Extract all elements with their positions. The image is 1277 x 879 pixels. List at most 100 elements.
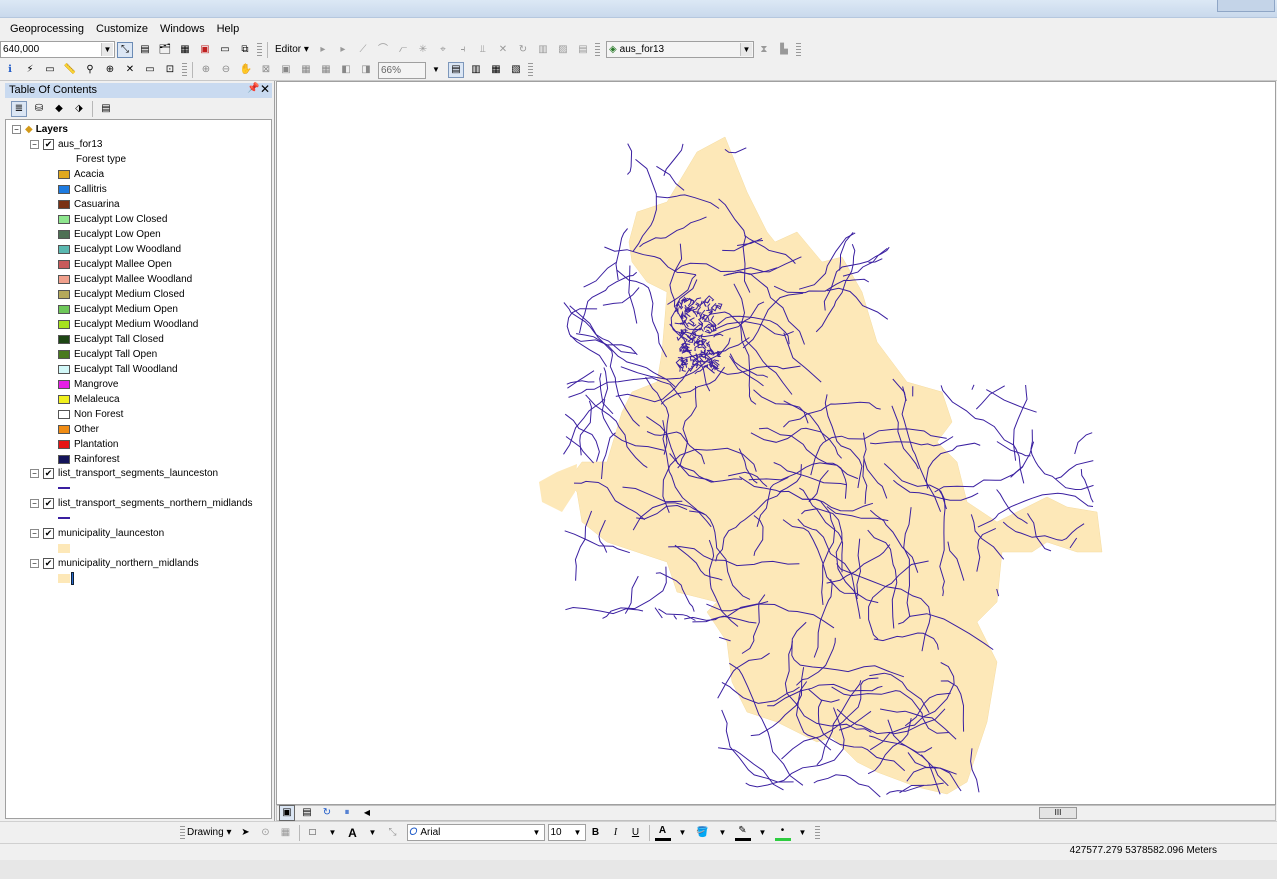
cut-polygons-icon[interactable]: ⫫ xyxy=(475,42,491,58)
chevron-down-icon[interactable]: ▼ xyxy=(755,825,771,841)
edit-tool-arrow-icon[interactable]: ▸ xyxy=(315,42,331,58)
fixed-zoom-in-icon[interactable]: ▦ xyxy=(298,62,314,78)
magnifier-icon[interactable]: ⊡ xyxy=(162,62,178,78)
menu-customize[interactable]: Customize xyxy=(92,23,152,35)
legend-item[interactable]: Callitris xyxy=(58,182,107,197)
font-size-combo[interactable]: 10 ▼ xyxy=(547,824,586,841)
viewer-window-icon[interactable]: ▭ xyxy=(142,62,158,78)
edit-vertices-icon[interactable]: ⌖ xyxy=(435,42,451,58)
arctoolbox-icon[interactable]: ▣ xyxy=(197,42,213,58)
zoom-whole-page-icon[interactable]: ⊠ xyxy=(258,62,274,78)
straight-segment-icon[interactable]: ⟋ xyxy=(355,42,371,58)
visibility-checkbox[interactable]: ✔ xyxy=(43,467,54,479)
measure-icon[interactable]: 📏 xyxy=(62,62,78,78)
point-icon[interactable]: ✳ xyxy=(415,42,431,58)
toggle-draft-icon[interactable]: ▤ xyxy=(448,62,464,78)
legend-item[interactable]: Mangrove xyxy=(58,377,118,392)
modelbuilder-icon[interactable]: ⧉ xyxy=(237,42,253,58)
scale-combo[interactable]: 640,000 ▼ xyxy=(0,41,115,58)
attributes-icon[interactable]: ▥ xyxy=(535,42,551,58)
menu-geoprocessing[interactable]: Geoprocessing xyxy=(6,23,88,35)
edit-annotation-icon[interactable]: ▸ xyxy=(335,42,351,58)
rectangle-icon[interactable]: □ xyxy=(305,825,321,841)
collapse-icon[interactable]: − xyxy=(12,124,21,134)
chevron-down-icon[interactable]: ▼ xyxy=(675,825,691,841)
sketch-properties-icon[interactable]: ▨ xyxy=(555,42,571,58)
close-icon[interactable]: ✕ xyxy=(260,82,270,96)
previous-extent-icon[interactable]: ◧ xyxy=(338,62,354,78)
html-popup-icon[interactable]: ▭ xyxy=(42,62,58,78)
find-icon[interactable]: ⚲ xyxy=(82,62,98,78)
edit-tool-icon[interactable]: ⤡ xyxy=(117,41,133,58)
toolbar-grip[interactable] xyxy=(814,825,820,840)
target-layer-combo[interactable]: ◈ aus_for13 ▼ xyxy=(605,41,754,58)
legend-item[interactable]: Eucalypt Medium Open xyxy=(58,302,178,317)
collapse-icon[interactable]: − xyxy=(30,528,39,538)
hyperlink-icon[interactable]: ⚡ xyxy=(22,62,38,78)
chevron-down-icon[interactable]: ▼ xyxy=(739,43,752,56)
collapse-icon[interactable]: − xyxy=(30,139,39,149)
table-icon[interactable]: ▤ xyxy=(137,42,153,58)
toolbar-grip[interactable] xyxy=(180,825,185,840)
legend-item[interactable]: Eucalypt Low Woodland xyxy=(58,242,181,257)
layer-transport-northern-midlands[interactable]: − ✔ list_transport_segments_northern_midla… xyxy=(30,496,253,511)
visibility-checkbox[interactable]: ✔ xyxy=(43,138,54,150)
toolbar-grip[interactable] xyxy=(528,63,533,77)
histogram-icon[interactable]: ▙ xyxy=(776,42,792,58)
scroll-thumb[interactable]: III xyxy=(1039,807,1077,819)
change-layout-icon[interactable]: ▦ xyxy=(488,62,504,78)
fill-symbol[interactable] xyxy=(58,541,74,556)
data-driven-pages-icon[interactable]: ▧ xyxy=(508,62,524,78)
zoom-in-icon[interactable]: ⊕ xyxy=(198,62,214,78)
zoom-out-icon[interactable]: ⊖ xyxy=(218,62,234,78)
line-color-icon[interactable]: ✎ xyxy=(734,825,751,841)
visibility-checkbox[interactable]: ✔ xyxy=(43,557,54,569)
endpoint-arc-icon[interactable]: ⌒ xyxy=(375,42,391,58)
legend-item[interactable]: Eucalypt Medium Woodland xyxy=(58,317,198,332)
chevron-down-icon[interactable]: ▼ xyxy=(101,43,113,56)
list-by-selection-icon[interactable]: ⬗ xyxy=(71,101,87,117)
underline-icon[interactable]: U xyxy=(628,825,644,841)
refresh-icon[interactable]: ↻ xyxy=(319,805,335,821)
font-combo[interactable]: 𝑂 Arial ▼ xyxy=(406,824,545,841)
pin-icon[interactable]: 📌 xyxy=(247,83,259,94)
layer-aus-for13[interactable]: − ✔ aus_for13 xyxy=(30,137,102,152)
zoom-100-icon[interactable]: ▣ xyxy=(278,62,294,78)
focus-data-frame-icon[interactable]: ▥ xyxy=(468,62,484,78)
toolbar-grip[interactable] xyxy=(257,42,262,57)
create-features-icon[interactable]: ▤ xyxy=(575,42,591,58)
marker-color-icon[interactable]: • xyxy=(774,825,791,841)
search-window-icon[interactable]: ▦ xyxy=(177,42,193,58)
menu-windows[interactable]: Windows xyxy=(156,23,209,35)
legend-item[interactable]: Eucalypt Low Open xyxy=(58,227,161,242)
layer-transport-launceston[interactable]: − ✔ list_transport_segments_launceston xyxy=(30,466,218,481)
list-by-source-icon[interactable]: ⛁ xyxy=(31,101,47,117)
collapse-icon[interactable]: − xyxy=(30,558,39,568)
text-icon[interactable]: A xyxy=(345,825,361,841)
legend-item[interactable]: Acacia xyxy=(58,167,104,182)
legend-item[interactable]: Plantation xyxy=(58,437,118,452)
rotate-icon[interactable]: ↻ xyxy=(515,42,531,58)
fixed-zoom-out-icon[interactable]: ▦ xyxy=(318,62,334,78)
legend-item[interactable]: Rainforest xyxy=(58,452,120,467)
list-by-drawing-order-icon[interactable]: ≣ xyxy=(11,100,27,117)
layer-municipality-launceston[interactable]: − ✔ municipality_launceston xyxy=(30,526,164,541)
map-view[interactable] xyxy=(276,81,1276,805)
list-by-visibility-icon[interactable]: ◆ xyxy=(51,101,67,117)
collapse-icon[interactable]: − xyxy=(30,498,39,508)
options-icon[interactable]: ▤ xyxy=(98,101,114,117)
rotate-element-icon[interactable]: ⊙ xyxy=(258,825,274,841)
georeference-icon[interactable]: ⧗ xyxy=(756,42,772,58)
map-scrollbar[interactable]: ▣ ▤ ↻ ⏸ ◀ III xyxy=(276,805,1276,821)
window-controls[interactable] xyxy=(1217,0,1275,12)
font-color-icon[interactable]: A xyxy=(654,825,671,841)
layers-root[interactable]: − ◆ Layers xyxy=(12,122,68,137)
time-slider-icon[interactable]: ✕ xyxy=(122,62,138,78)
data-view-icon[interactable]: ▣ xyxy=(279,805,295,821)
drawing-menu[interactable]: Drawing ▾ xyxy=(187,827,232,838)
toolbar-grip[interactable] xyxy=(795,42,801,57)
chevron-down-icon[interactable]: ▼ xyxy=(531,826,543,839)
italic-icon[interactable]: I xyxy=(608,825,624,841)
legend-item[interactable]: Eucalypt Tall Open xyxy=(58,347,157,362)
catalog-icon[interactable]: 🗂 xyxy=(157,42,173,58)
